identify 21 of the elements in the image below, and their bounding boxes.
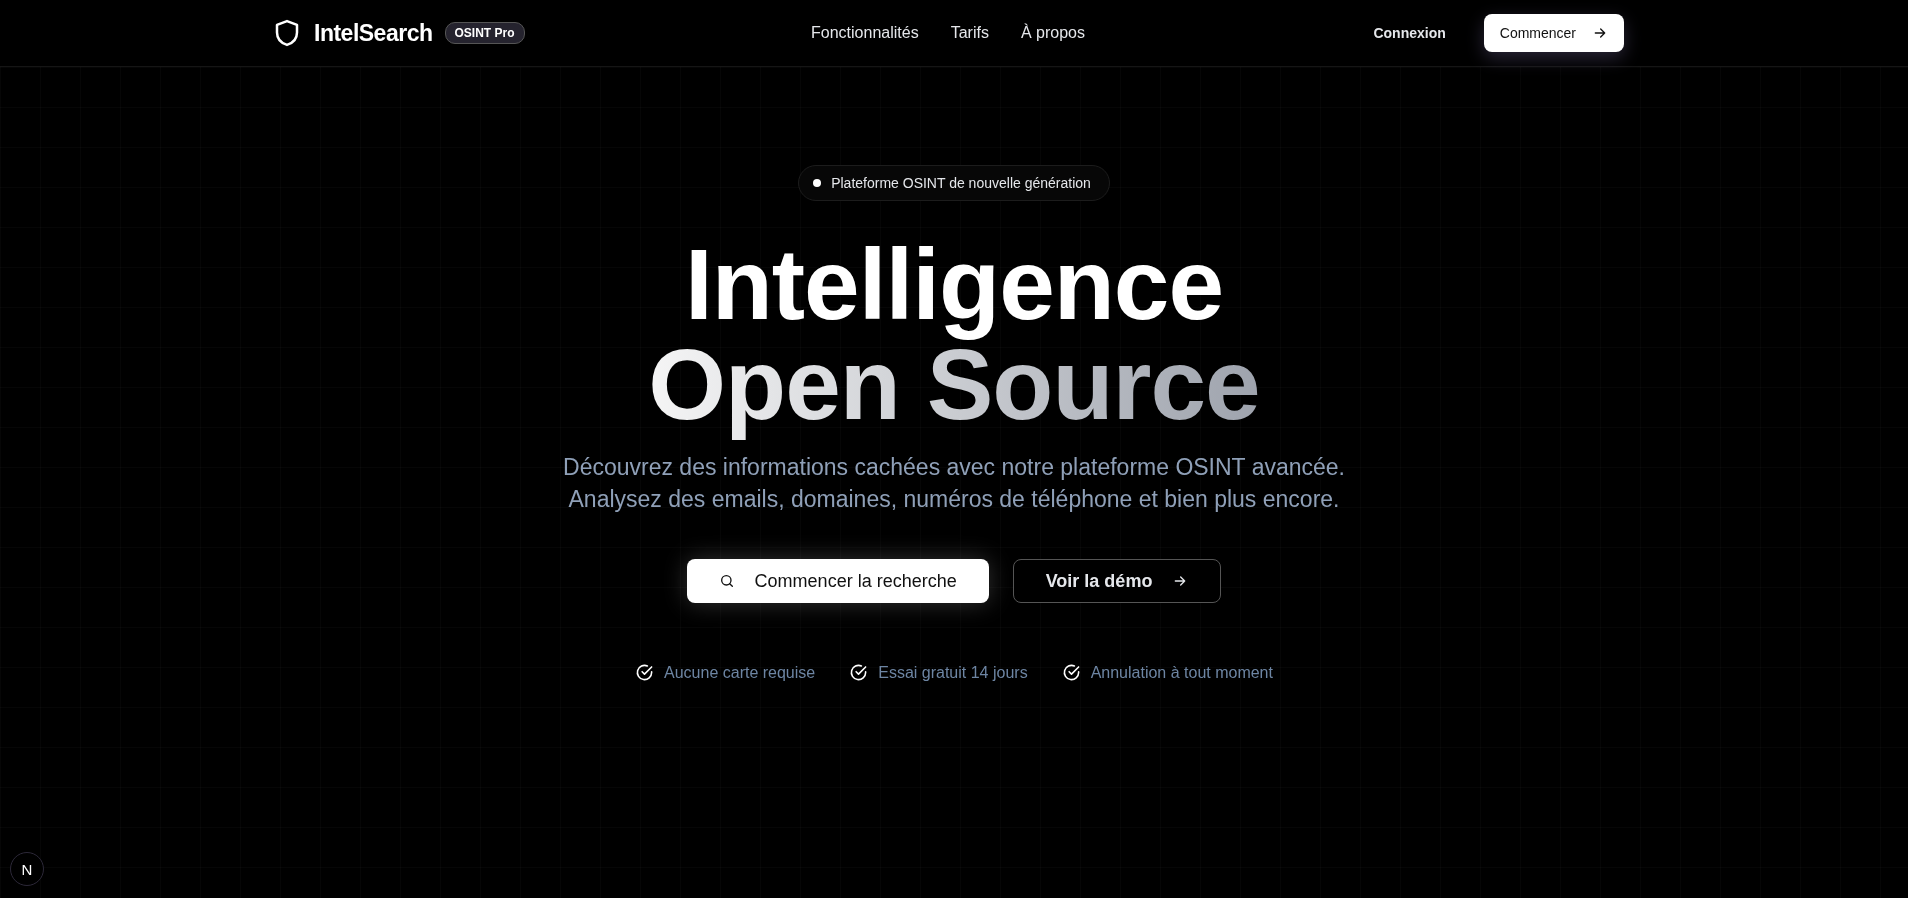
hero-subtitle: Découvrez des informations cachées avec notre plateforme OSINT avancée. Analysez des emails, domaines, numéros de téléphone et bien plus encore.: [562, 453, 1346, 514]
badge-text: Plateforme OSINT de nouvelle génération: [831, 175, 1091, 191]
arrow-icon: [1592, 25, 1608, 41]
login-button[interactable]: Connexion: [1367, 24, 1452, 42]
dot-icon: [813, 179, 822, 187]
check-circle-icon: [849, 663, 869, 682]
nav-link[interactable]: Fonctionnalités: [811, 24, 919, 42]
brand-name[interactable]: IntelSearch: [314, 19, 433, 47]
nav-link[interactable]: Tarifs: [950, 24, 989, 42]
brand-badge: OSINT Pro: [444, 22, 525, 44]
search-button[interactable]: Commencer la recherche: [686, 559, 989, 603]
feature-text: Annulation à tout moment: [1090, 663, 1273, 682]
demo-button[interactable]: Voir la démo: [1012, 559, 1222, 603]
feature-text: Essai gratuit 14 jours: [878, 663, 1028, 682]
check-circle-icon: [1061, 663, 1081, 682]
search-icon: [718, 573, 735, 589]
nav-link[interactable]: À propos: [1020, 24, 1085, 42]
check-circle-icon: [635, 663, 654, 682]
start-button[interactable]: Commencer: [1483, 14, 1624, 52]
dev-indicator-button[interactable]: N: [10, 852, 44, 886]
feature-text: Aucune carte requise: [664, 663, 816, 682]
